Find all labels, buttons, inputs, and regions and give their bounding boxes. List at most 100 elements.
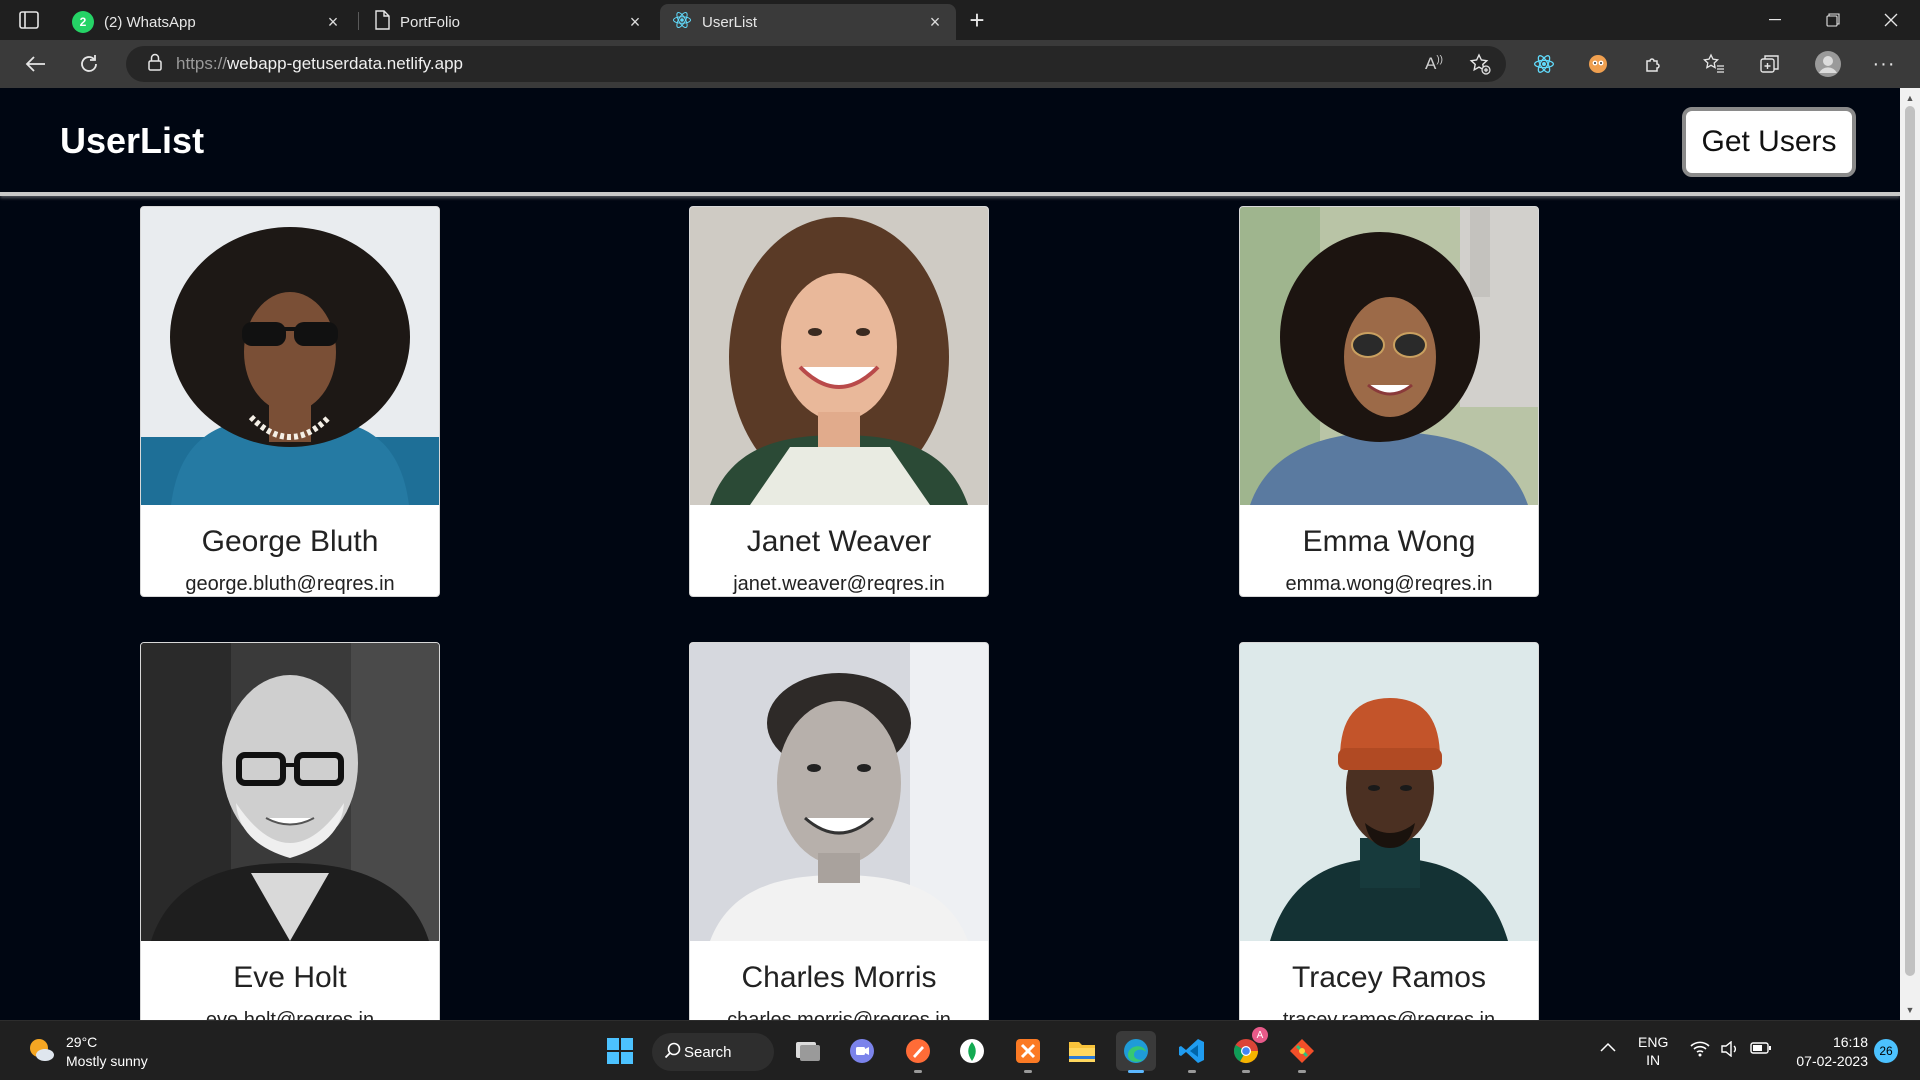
user-name: Eve Holt [233,961,347,994]
clock-date: 07-02-2023 [1796,1053,1868,1069]
vscode-icon[interactable] [1172,1031,1212,1073]
notification-center[interactable]: 26 [1874,1039,1898,1063]
user-card: George Bluth george.bluth@reqres.in [140,206,440,597]
browser-toolbar: https://webapp-getuserdata.netlify.app A… [0,40,1920,88]
tab-label: UserList [702,13,758,31]
url-text: https://webapp-getuserdata.netlify.app [176,54,463,73]
user-avatar [1240,207,1538,505]
address-bar[interactable]: https://webapp-getuserdata.netlify.app [126,46,1506,82]
edge-browser-icon[interactable] [1116,1031,1156,1073]
show-hidden-icons-icon[interactable] [1600,1039,1616,1055]
tab-userlist[interactable]: UserList × [660,4,956,40]
user-card: Janet Weaver janet.weaver@reqres.in [689,206,989,597]
scroll-down-icon[interactable]: ▼ [1900,1002,1920,1018]
user-card: Tracey Ramos tracey.ramos@reqres.in [1239,642,1539,1020]
react-icon [672,10,692,34]
user-email: charles.morris@reqres.in [727,1009,951,1020]
user-name: Janet Weaver [746,525,932,558]
user-card: Charles Morris charles.morris@reqres.in [689,642,989,1020]
new-tab-button[interactable]: + [962,5,992,35]
read-aloud-icon[interactable]: A)) [1418,46,1450,82]
collections-icon[interactable] [1754,46,1786,82]
user-card: Eve Holt eve.holt@reqres.in [140,642,440,1020]
close-window-icon[interactable] [1868,4,1914,36]
user-email: george.bluth@reqres.in [185,573,395,595]
more-menu-icon[interactable]: ··· [1868,46,1900,82]
running-indicator [914,1070,922,1073]
user-name: Emma Wong [1302,525,1476,558]
app-brand: UserList [60,120,205,161]
weather-condition: Mostly sunny [66,1053,148,1069]
refresh-icon[interactable] [72,48,106,80]
wifi-icon[interactable] [1690,1041,1710,1060]
user-avatar [690,643,988,941]
file-explorer-icon[interactable] [1062,1031,1102,1071]
extensions-icon[interactable] [1638,46,1670,82]
teams-chat-icon[interactable] [842,1031,882,1071]
profile-avatar-icon[interactable] [1812,46,1844,82]
volume-icon[interactable] [1720,1040,1740,1060]
whatsapp-icon: 2 [72,11,94,33]
minimize-icon[interactable] [1752,4,1798,36]
battery-icon[interactable] [1750,1041,1772,1058]
user-email: tracey.ramos@reqres.in [1282,1009,1496,1020]
tab-whatsapp[interactable]: 2 (2) WhatsApp × [60,4,354,40]
running-indicator [1188,1070,1196,1073]
close-icon[interactable]: × [926,12,944,32]
extension-avatar-icon[interactable] [1582,46,1614,82]
scroll-up-icon[interactable]: ▲ [1900,90,1920,106]
sun-cloud-icon [26,1035,56,1070]
user-name: George Bluth [201,525,379,558]
tab-label: (2) WhatsApp [104,13,196,31]
clock[interactable]: 16:18 07-02-2023 [1788,1033,1868,1071]
postman-icon[interactable] [898,1031,938,1073]
back-icon[interactable] [18,48,52,80]
windows-taskbar: 29°C Mostly sunny Search A ENG IN 16:18 … [0,1020,1920,1080]
running-indicator [1128,1070,1144,1073]
start-button[interactable] [600,1031,640,1071]
react-devtools-icon[interactable] [1528,46,1560,82]
chrome-profile-badge: A [1252,1027,1268,1043]
tab-separator [358,12,359,30]
close-icon[interactable]: × [626,12,644,32]
document-icon [374,10,390,34]
user-name: Charles Morris [741,961,937,994]
user-avatar [141,207,439,505]
lock-icon[interactable] [148,53,162,76]
user-avatar [690,207,988,505]
chrome-icon[interactable]: A [1226,1027,1268,1073]
restore-icon[interactable] [1810,4,1856,36]
get-users-button[interactable]: Get Users [1682,107,1856,177]
notification-badge: 26 [1874,1039,1898,1063]
weather-widget[interactable]: 29°C Mostly sunny [26,1033,148,1071]
app-navbar: UserList Get Users [0,88,1900,196]
add-favorite-icon[interactable] [1464,46,1496,82]
user-email: emma.wong@reqres.in [1285,573,1493,595]
running-indicator [1298,1070,1306,1073]
weather-temp: 29°C [66,1034,98,1050]
running-indicator [1024,1070,1032,1073]
page-scrollbar[interactable]: ▲ ▼ [1900,88,1920,1020]
region-code: IN [1646,1052,1661,1068]
tab-actions-icon[interactable] [16,8,42,32]
scrollbar-thumb[interactable] [1905,106,1915,976]
running-indicator [1242,1070,1250,1073]
task-view-icon[interactable] [788,1031,828,1071]
language-indicator[interactable]: ENG IN [1638,1033,1668,1069]
mongodb-compass-icon[interactable] [952,1031,992,1071]
git-kraken-icon[interactable] [1282,1031,1322,1073]
user-avatar [1240,643,1538,941]
web-page: UserList Get Users George Bluth george.b… [0,88,1900,1020]
favorites-icon[interactable] [1698,46,1730,82]
browser-tab-strip: 2 (2) WhatsApp × PortFolio × UserList × … [0,0,1920,40]
user-email: janet.weaver@reqres.in [733,573,945,595]
xampp-icon[interactable] [1008,1031,1048,1073]
search-icon [664,1042,682,1064]
tab-portfolio[interactable]: PortFolio × [362,4,656,40]
taskbar-search[interactable]: Search [652,1033,774,1071]
user-card: Emma Wong emma.wong@reqres.in [1239,206,1539,597]
user-name: Tracey Ramos [1292,961,1486,994]
clock-time: 16:18 [1832,1034,1868,1050]
close-icon[interactable]: × [324,12,342,32]
tab-label: PortFolio [400,13,461,31]
